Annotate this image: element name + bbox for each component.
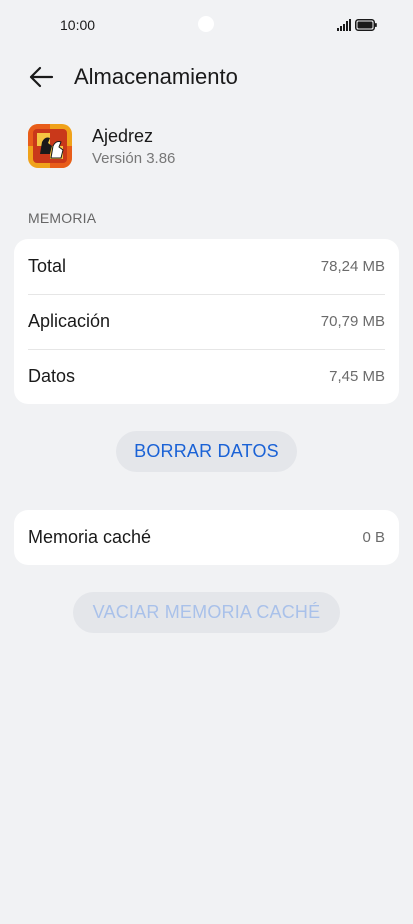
row-label: Aplicación <box>28 311 111 331</box>
signal-icon <box>337 19 351 31</box>
app-header: Ajedrez Versión 3.86 <box>0 122 413 172</box>
app-name: Ajedrez <box>92 126 154 146</box>
clear-data-button[interactable]: BORRAR DATOS <box>116 431 297 472</box>
app-version: Versión 3.86 <box>92 150 176 167</box>
clear-cache-button: VACIAR MEMORIA CACHÉ <box>73 592 340 633</box>
back-button[interactable] <box>26 62 56 92</box>
top-app-bar: Almacenamiento <box>0 54 413 100</box>
list-item-application: Aplicación 70,79 MB <box>14 294 399 349</box>
status-bar: 10:00 <box>0 0 413 50</box>
list-item-data: Datos 7,45 MB <box>14 349 399 404</box>
chess-app-icon <box>28 124 72 168</box>
row-label: Total <box>28 256 67 276</box>
cache-card: Memoria caché 0 B <box>14 510 399 565</box>
row-value: 7,45 MB <box>329 368 385 385</box>
page-title: Almacenamiento <box>74 64 238 89</box>
battery-icon <box>355 19 377 31</box>
memory-card: Total 78,24 MB Aplicación 70,79 MB Datos… <box>14 239 399 404</box>
row-value: 78,24 MB <box>320 258 385 275</box>
arrow-left-icon <box>29 66 54 88</box>
row-label: Memoria caché <box>28 527 152 547</box>
row-value: 0 B <box>362 529 385 546</box>
row-value: 70,79 MB <box>320 313 385 330</box>
row-label: Datos <box>28 366 76 386</box>
list-item-total: Total 78,24 MB <box>14 239 399 294</box>
list-item-cache: Memoria caché 0 B <box>14 510 399 565</box>
memory-section-label: MEMORIA <box>28 210 97 226</box>
camera-cutout <box>198 16 214 32</box>
status-time: 10:00 <box>60 17 96 33</box>
